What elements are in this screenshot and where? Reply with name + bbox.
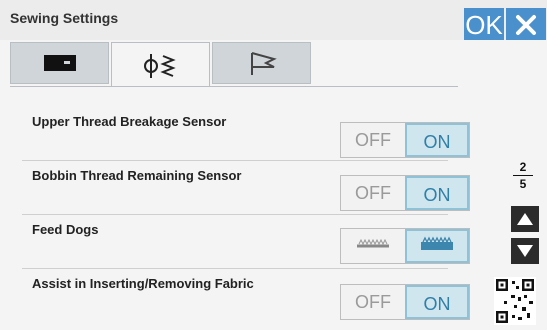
arrow-down-icon — [517, 245, 533, 257]
off-button[interactable]: OFF — [341, 123, 405, 157]
arrow-up-icon — [517, 213, 533, 225]
feed-dogs-lowered-icon — [357, 238, 389, 248]
setting-row: Assist in Inserting/Removing Fabric OFF … — [22, 268, 470, 329]
setting-row: Bobbin Thread Remaining Sensor OFF ON — [22, 160, 470, 215]
feed-dogs-toggle — [340, 228, 470, 264]
feed-dogs-lowered-button[interactable] — [341, 229, 405, 263]
setting-label: Upper Thread Breakage Sensor — [32, 114, 227, 129]
setting-row: Feed Dogs — [22, 214, 470, 269]
assist-fabric-toggle: OFF ON — [340, 284, 470, 320]
qr-code-icon[interactable] — [494, 277, 536, 325]
current-page: 2 — [519, 160, 527, 174]
setting-label: Assist in Inserting/Removing Fabric — [32, 276, 254, 291]
on-button[interactable]: ON — [405, 123, 469, 157]
page-divider — [513, 175, 533, 176]
setting-label: Feed Dogs — [32, 222, 99, 237]
tab-sewing-machine[interactable] — [10, 42, 109, 84]
tab-flag[interactable] — [212, 42, 311, 84]
close-icon — [516, 15, 536, 35]
total-pages: 5 — [519, 177, 527, 191]
page-up-button[interactable] — [511, 206, 539, 232]
stitch-needle-icon — [143, 53, 176, 78]
qr-code-graphic — [496, 279, 534, 323]
window-title: Sewing Settings — [10, 10, 119, 26]
feed-dogs-raised-button[interactable] — [405, 229, 469, 263]
upper-thread-sensor-toggle: OFF ON — [340, 122, 470, 158]
on-button[interactable]: ON — [405, 176, 469, 210]
off-button[interactable]: OFF — [341, 285, 405, 319]
setting-label: Bobbin Thread Remaining Sensor — [32, 168, 242, 183]
setting-row: Upper Thread Breakage Sensor OFF ON — [22, 106, 470, 161]
tab-stitch-settings[interactable] — [111, 42, 210, 88]
feed-dogs-raised-icon — [421, 236, 453, 250]
on-button[interactable]: ON — [405, 285, 469, 319]
off-button[interactable]: OFF — [341, 176, 405, 210]
page-indicator: 2 5 — [510, 160, 536, 191]
bobbin-thread-sensor-toggle: OFF ON — [340, 175, 470, 211]
close-button[interactable] — [506, 8, 546, 42]
page-down-button[interactable] — [511, 238, 539, 264]
sewing-machine-icon — [43, 55, 76, 71]
flag-icon — [250, 52, 277, 75]
ok-button[interactable]: OK — [464, 8, 504, 42]
